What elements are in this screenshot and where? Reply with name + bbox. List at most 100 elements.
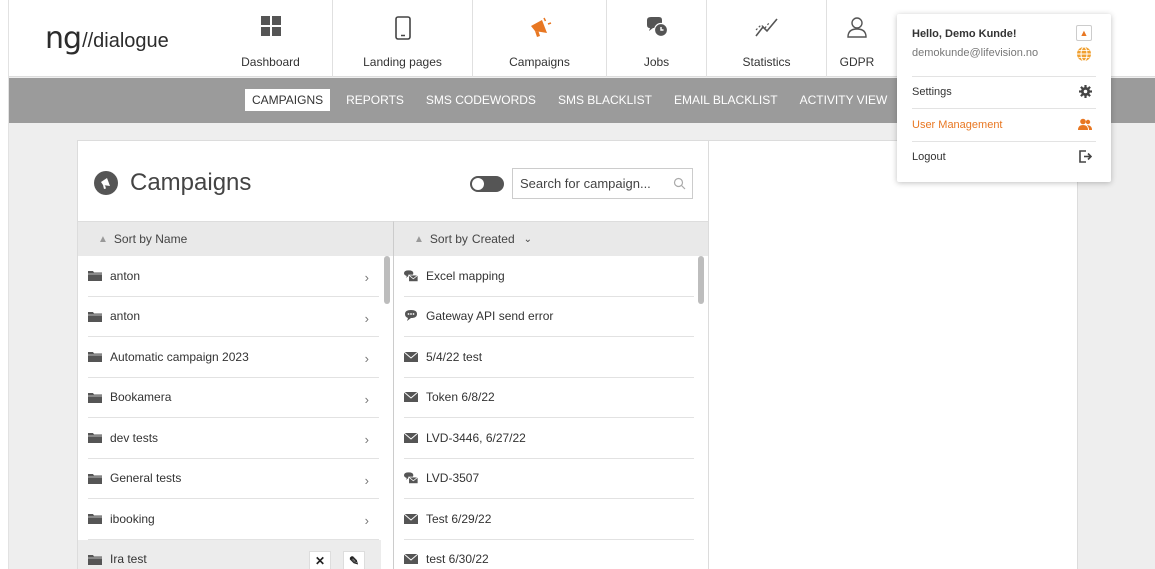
campaign-row[interactable]: Gateway API send error bbox=[404, 297, 694, 337]
logo-mark: ng bbox=[45, 21, 82, 56]
subnav-email-blacklist[interactable]: EMAIL BLACKLIST bbox=[668, 90, 784, 110]
campaign-name: Token 6/8/22 bbox=[426, 390, 495, 405]
folder-icon bbox=[88, 310, 102, 322]
menu-item-label: Logout bbox=[912, 151, 946, 163]
campaign-name: Excel mapping bbox=[426, 268, 505, 283]
chevron-right-icon: › bbox=[364, 270, 369, 285]
campaign-sort-prefix: Sort by bbox=[429, 232, 468, 246]
chevron-up-icon[interactable]: ▲ bbox=[1076, 25, 1092, 41]
folder-row[interactable]: Automatic campaign 2023 › bbox=[88, 337, 379, 378]
campaigns-panel: Campaigns ▲ Sort by Name ▲ Sort by Creat… bbox=[77, 140, 709, 569]
folder-row[interactable]: anton › bbox=[88, 297, 379, 337]
nav-label: GDPR bbox=[839, 55, 875, 69]
envelope-icon bbox=[404, 391, 418, 403]
nav-jobs[interactable]: Jobs bbox=[607, 0, 707, 77]
nav-statistics[interactable]: Statistics bbox=[707, 0, 827, 77]
nav-campaigns[interactable]: Campaigns bbox=[473, 0, 607, 77]
menu-item-label: Settings bbox=[912, 86, 952, 98]
campaign-scrollbar[interactable] bbox=[698, 256, 704, 304]
sort-arrows-icon: ▲ bbox=[98, 233, 108, 245]
campaign-row[interactable]: Test 6/29/22 bbox=[404, 499, 694, 540]
chevron-right-icon: › bbox=[364, 432, 369, 447]
nav-landing-pages[interactable]: Landing pages bbox=[333, 0, 473, 77]
menu-item-label: User Management bbox=[912, 119, 1003, 131]
campaign-name: LVD-3507 bbox=[426, 471, 480, 486]
user-email: demokunde@lifevision.no bbox=[912, 47, 1039, 59]
app-logo[interactable]: ng //dialogue bbox=[45, 21, 169, 56]
campaign-list: Excel mapping Gateway API send error 5/4/2… bbox=[394, 256, 708, 569]
nav-label: Statistics bbox=[742, 55, 791, 69]
campaign-name: 5/4/22 test bbox=[426, 349, 483, 364]
sms-email-icon bbox=[404, 270, 418, 282]
logout-icon bbox=[1079, 150, 1092, 163]
folder-name: General tests bbox=[110, 471, 182, 486]
search-input[interactable] bbox=[513, 169, 668, 198]
panel-header: Campaigns bbox=[78, 141, 708, 221]
sub-nav: CAMPAIGNS REPORTS SMS CODEWORDS SMS BLAC… bbox=[245, 89, 903, 111]
chevron-right-icon: › bbox=[364, 513, 369, 528]
folder-name: anton bbox=[110, 309, 141, 324]
folder-row[interactable]: anton › bbox=[88, 256, 379, 297]
folder-name: ibooking bbox=[110, 511, 155, 526]
folder-sort-header[interactable]: ▲ Sort by Name bbox=[78, 221, 394, 256]
folder-row[interactable]: Ira test ✕ ✎ bbox=[78, 539, 381, 569]
campaign-row[interactable]: 5/4/22 test bbox=[404, 337, 694, 378]
menu-logout[interactable]: Logout bbox=[912, 145, 1096, 169]
folder-icon bbox=[88, 351, 102, 363]
chevron-right-icon: › bbox=[364, 310, 369, 326]
folder-name: dev tests bbox=[110, 430, 159, 445]
subnav-campaigns[interactable]: CAMPAIGNS bbox=[245, 89, 331, 111]
menu-settings[interactable]: Settings bbox=[912, 80, 1096, 104]
delete-folder-button[interactable]: ✕ bbox=[309, 550, 331, 569]
sort-arrows-icon: ▲ bbox=[414, 233, 424, 245]
folder-row[interactable]: ibooking › bbox=[88, 499, 379, 540]
nav-gdpr[interactable]: GDPR bbox=[827, 0, 887, 77]
sms-bubble-icon bbox=[404, 310, 418, 322]
campaign-sort-header[interactable]: ▲ Sort by Created ⌄ bbox=[394, 221, 708, 256]
view-toggle[interactable] bbox=[470, 176, 504, 192]
nav-label: Dashboard bbox=[241, 55, 300, 69]
folder-icon bbox=[88, 270, 102, 282]
subnav-reports[interactable]: REPORTS bbox=[340, 90, 410, 110]
globe-icon[interactable] bbox=[1076, 46, 1092, 62]
user-greeting: Hello, Demo Kunde! bbox=[912, 28, 1017, 40]
folder-row[interactable]: General tests › bbox=[88, 459, 379, 499]
folder-list: anton › anton › Automatic campaign 2023 › Book… bbox=[78, 256, 394, 569]
envelope-icon bbox=[404, 351, 418, 363]
folder-name: anton bbox=[110, 268, 141, 283]
subnav-sms-blacklist[interactable]: SMS BLACKLIST bbox=[552, 90, 658, 110]
folder-name: Automatic campaign 2023 bbox=[110, 349, 249, 364]
nav-dashboard[interactable]: Dashboard bbox=[209, 0, 333, 77]
folder-row[interactable]: Bookamera › bbox=[88, 378, 379, 418]
chevron-right-icon: › bbox=[364, 472, 369, 488]
mobile-phone-icon bbox=[394, 16, 411, 40]
chevron-down-icon[interactable]: ⌄ bbox=[524, 234, 532, 245]
folder-row[interactable]: dev tests › bbox=[88, 418, 379, 459]
nav-label: Landing pages bbox=[363, 55, 442, 69]
campaign-row[interactable]: LVD-3507 bbox=[404, 459, 694, 499]
main-nav: Dashboard Landing pages Campaigns Jobs S… bbox=[209, 0, 887, 77]
campaign-row[interactable]: LVD-3446, 6/27/22 bbox=[404, 418, 694, 459]
envelope-icon bbox=[404, 513, 418, 525]
folder-icon bbox=[88, 391, 102, 403]
edit-folder-button[interactable]: ✎ bbox=[343, 550, 365, 569]
envelope-icon bbox=[404, 553, 418, 565]
chevron-right-icon: › bbox=[364, 351, 369, 366]
panel-title: Campaigns bbox=[130, 169, 252, 196]
campaign-megaphone-icon bbox=[94, 171, 118, 195]
logo-text: //dialogue bbox=[82, 30, 169, 52]
line-chart-icon bbox=[754, 18, 778, 37]
folder-scrollbar[interactable] bbox=[384, 256, 390, 304]
user-outline-icon bbox=[847, 17, 867, 38]
campaign-sort-value[interactable]: Created bbox=[472, 232, 515, 246]
menu-user-management[interactable]: User Management bbox=[912, 113, 1096, 137]
campaign-row[interactable]: Excel mapping bbox=[404, 256, 694, 297]
nav-label: Campaigns bbox=[509, 55, 570, 69]
campaign-row[interactable]: test 6/30/22 bbox=[404, 540, 694, 569]
search-icon[interactable] bbox=[673, 177, 686, 190]
subnav-activity-view[interactable]: ACTIVITY VIEW bbox=[794, 90, 894, 110]
subnav-sms-codewords[interactable]: SMS CODEWORDS bbox=[420, 90, 542, 110]
campaign-row[interactable]: Token 6/8/22 bbox=[404, 378, 694, 418]
folder-sort-label: Sort by Name bbox=[113, 232, 188, 246]
app-window: ng //dialogue Dashboard Landing pages Ca… bbox=[8, 0, 1155, 569]
